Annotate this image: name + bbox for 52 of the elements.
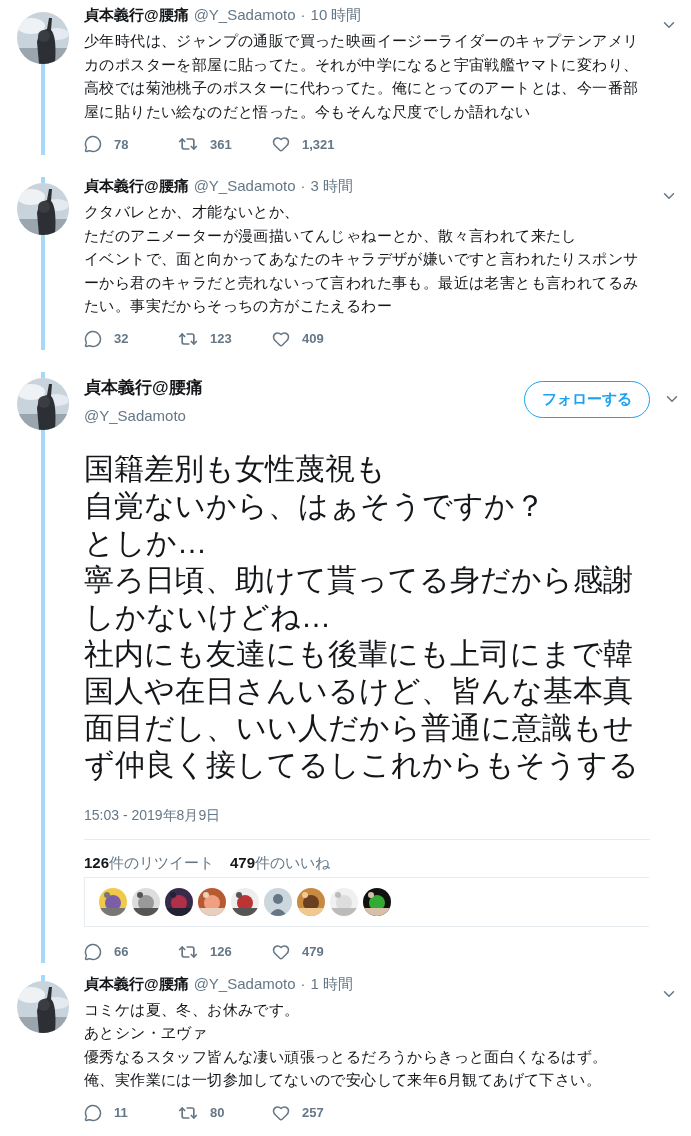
- reply-icon[interactable]: [84, 135, 102, 153]
- follow-button[interactable]: フォローする: [524, 381, 650, 418]
- like-icon[interactable]: [272, 135, 290, 153]
- separator-dot: ·: [300, 974, 306, 992]
- separator-dot: ·: [300, 6, 306, 23]
- like-count: 409: [302, 331, 324, 346]
- like-icon[interactable]: [272, 1103, 290, 1122]
- reply-count: 66: [114, 944, 129, 959]
- like-count: 1,321: [302, 136, 335, 152]
- reply-icon[interactable]: [84, 942, 102, 961]
- tweet-text-line: 寧ろ日頃、助けて貰ってる身だから感謝しかないけどね…: [84, 561, 634, 635]
- tweet-time[interactable]: 10 時間: [310, 6, 362, 25]
- author-name[interactable]: 貞本義行@腰痛: [84, 6, 189, 25]
- tweet-text-line: あとシン・ヱヴァ: [84, 1023, 209, 1043]
- author-handle[interactable]: @Y_Sadamoto: [84, 406, 203, 424]
- reply-count: 32: [114, 331, 129, 346]
- like-icon[interactable]: [272, 329, 290, 348]
- engagement-count[interactable]: 126件のリツイート: [84, 853, 215, 873]
- retweet-count: 126: [210, 944, 232, 959]
- author-handle[interactable]: @Y_Sadamoto: [193, 974, 296, 992]
- like-count: 479: [302, 944, 324, 959]
- reply-count: 11: [114, 1105, 128, 1120]
- default-avatar-icon[interactable]: [264, 887, 292, 916]
- tweet-timestamp[interactable]: 15:03 - 2019年8月9日: [84, 806, 650, 840]
- retweet-count: 361: [210, 136, 232, 152]
- retweet-count: 123: [210, 331, 232, 346]
- tweet-text-line: イベントで、面と向かってあなたのキャラデザが嫌いですと言われたりスポンサーから君のキャラだと売れないって言われた事も。最近は老害とも言われてるみたい。事実だからそっちの方がこたえるわー: [84, 249, 640, 316]
- tweet-text-line: 社内にも友達にも後輩にも上司にまで韓国人や在日さんいるけど、皆んな基本真面目だし、いい人だから普通に意識もせず仲良く接してるしこれからもそうする: [84, 635, 640, 783]
- tweet-text-line: としか…: [84, 524, 208, 561]
- retweet-count: 80: [210, 1105, 225, 1120]
- author-handle[interactable]: @Y_Sadamoto: [193, 177, 296, 194]
- separator-dot: ·: [300, 177, 306, 194]
- tweet-text-line: 少年時代は、ジャンプの通販で買った映画イージーライダーのキャプテンアメリカのポスターを部屋に貼ってた。それが中学になると宇宙戦艦ヤマトに変わり、高校では菊池桃子のポスターに代わってた。俺にとってのアートとは、今一番部屋に貼りたい絵なのだと悟った。今もそんな尺度でしか語れない: [84, 31, 640, 122]
- tweet-time[interactable]: 1 時間: [310, 974, 354, 994]
- tweet-text-line: 優秀なるスタッフ皆んな凄い頑張っとるだろうからきっと面白くなるはず。: [84, 1046, 609, 1067]
- tweet-text-line: コミケは夏、冬、お休みです。: [84, 999, 301, 1020]
- like-count: 257: [302, 1105, 324, 1120]
- author-name[interactable]: 貞本義行@腰痛: [84, 974, 189, 994]
- reply-icon[interactable]: [84, 329, 102, 348]
- tweet-text-line: ただのアニメーターが漫画描いてんじゃねーとか、散々言われて来たし: [84, 225, 578, 246]
- author-name[interactable]: 貞本義行@腰痛: [84, 177, 189, 196]
- tweet-time[interactable]: 3 時間: [310, 177, 354, 196]
- tweet-text-line: 自覚ないから、はぁそうですか？: [84, 487, 546, 524]
- author-name[interactable]: 貞本義行@腰痛: [84, 375, 203, 399]
- tweet-text-line: 国籍差別も女性蔑視も: [84, 450, 387, 487]
- tweet-text-line: 俺、実作業には一切参加してないので安心して来年6月観てあげて下さい。: [84, 1070, 602, 1090]
- engagement-count[interactable]: 479件のいいね: [230, 853, 331, 873]
- like-icon[interactable]: [272, 942, 290, 961]
- reply-icon[interactable]: [84, 1103, 102, 1122]
- reply-count: 78: [114, 136, 129, 152]
- author-handle[interactable]: @Y_Sadamoto: [193, 6, 296, 23]
- tweet-text-line: クタバレとか、才能ないとか、: [84, 202, 301, 222]
